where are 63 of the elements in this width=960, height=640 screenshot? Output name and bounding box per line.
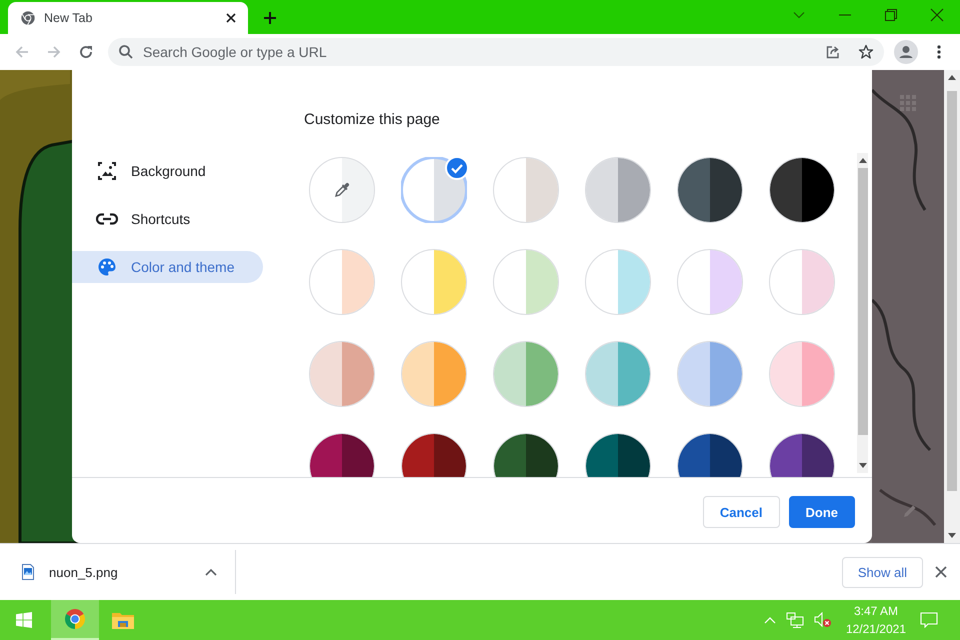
scroll-down-icon[interactable]	[858, 463, 866, 468]
link-icon	[96, 213, 118, 225]
color-swatch[interactable]	[585, 157, 651, 223]
color-swatch[interactable]	[493, 341, 559, 407]
reload-icon[interactable]	[78, 44, 94, 60]
scroll-up-icon[interactable]	[858, 158, 866, 163]
show-all-button[interactable]: Show all	[842, 556, 923, 588]
scrollbar[interactable]	[857, 153, 868, 473]
speaker-muted-icon[interactable]	[814, 612, 832, 628]
search-icon	[118, 44, 134, 60]
color-swatch[interactable]	[677, 157, 743, 223]
avatar-icon[interactable]	[894, 40, 918, 64]
cancel-button[interactable]: Cancel	[702, 496, 780, 528]
color-swatch[interactable]	[309, 341, 375, 407]
dialog-title: Customize this page	[303, 110, 441, 130]
color-swatch[interactable]	[677, 249, 743, 315]
windows-icon[interactable]	[16, 612, 32, 628]
close-icon[interactable]	[930, 8, 944, 22]
image-file-icon	[22, 564, 34, 580]
sidebar-item[interactable]: Background	[72, 155, 263, 187]
network-icon[interactable]	[786, 612, 804, 628]
palette-icon	[96, 257, 118, 277]
share-icon[interactable]	[825, 44, 841, 60]
color-swatch[interactable]	[769, 157, 835, 223]
color-swatch[interactable]	[585, 341, 651, 407]
check-icon	[445, 156, 469, 180]
eyedropper-icon	[333, 181, 351, 199]
scroll-up-icon[interactable]	[948, 75, 956, 80]
scrollbar-thumb[interactable]	[947, 91, 957, 491]
color-swatch[interactable]	[401, 249, 467, 315]
scroll-down-icon[interactable]	[948, 533, 956, 538]
close-icon[interactable]	[935, 566, 947, 578]
color-swatch[interactable]	[309, 157, 375, 223]
color-swatch[interactable]	[309, 249, 375, 315]
done-button[interactable]: Done	[788, 496, 855, 528]
forward-icon[interactable]	[46, 44, 62, 60]
scrollbar-thumb[interactable]	[858, 168, 868, 435]
color-swatch[interactable]	[401, 341, 467, 407]
color-swatch[interactable]	[677, 341, 743, 407]
star-icon[interactable]	[858, 44, 874, 60]
color-swatch[interactable]	[401, 157, 467, 223]
browser-tab[interactable]: New Tab	[8, 2, 248, 34]
notification-icon[interactable]	[920, 612, 938, 628]
taskbar-app[interactable]	[51, 600, 99, 640]
menu-icon[interactable]	[937, 44, 941, 60]
color-swatch[interactable]	[585, 249, 651, 315]
color-swatch[interactable]	[493, 157, 559, 223]
address-bar[interactable]: Search Google or type a URL	[108, 38, 884, 66]
back-icon[interactable]	[14, 44, 30, 60]
sidebar-item[interactable]: Shortcuts	[72, 203, 263, 235]
scrollbar[interactable]	[944, 70, 960, 543]
plus-icon[interactable]	[262, 10, 278, 26]
browser-logo-icon	[63, 607, 87, 631]
restore-icon[interactable]	[884, 8, 898, 22]
download-item[interactable]: nuon_5.png	[0, 550, 236, 594]
browser-logo-icon	[20, 10, 36, 26]
color-swatch[interactable]	[769, 341, 835, 407]
sidebar-item[interactable]: Color and theme	[72, 251, 263, 283]
color-swatch[interactable]	[769, 249, 835, 315]
color-swatch[interactable]	[493, 249, 559, 315]
image-icon	[96, 161, 118, 181]
pencil-icon[interactable]	[902, 503, 918, 519]
chevron-up-icon[interactable]	[205, 568, 217, 576]
